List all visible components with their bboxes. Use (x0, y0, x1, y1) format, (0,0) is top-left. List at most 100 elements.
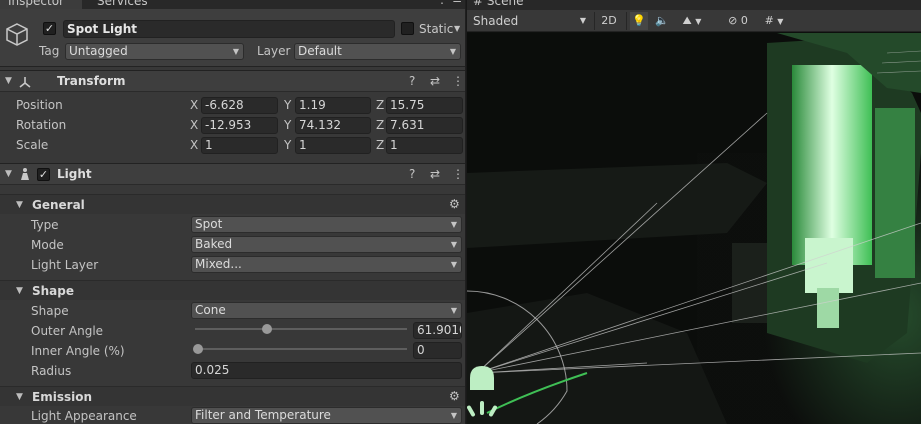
inner-angle-slider[interactable] (195, 348, 407, 350)
fold-arrow-icon[interactable]: ▼ (16, 200, 23, 210)
type-label: Type (31, 218, 59, 232)
outer-angle-slider[interactable] (195, 328, 407, 330)
y-axis-label[interactable]: Y (284, 98, 291, 112)
layer-value: Default (298, 44, 342, 58)
inner-angle-label: Inner Angle (%) (31, 344, 125, 358)
chevron-down-icon: ▼ (450, 411, 457, 420)
transform-header[interactable]: ▼ Transform ? ⇄ ⋮ (0, 70, 465, 92)
type-dropdown[interactable]: Spot ▼ (191, 216, 462, 233)
tab-services[interactable]: Services (97, 0, 148, 9)
active-checkbox[interactable]: ✓ (43, 22, 56, 35)
light-header[interactable]: ▼ ✓ Light ? ⇄ ⋮ (0, 163, 465, 185)
radius-field[interactable]: 0.025 (191, 362, 462, 379)
scene-toolbar: Shaded ▼ 2D 💡 🔈 ⛰ ▼ ⊘ 0 # ▼ (467, 10, 921, 32)
section-settings-icon[interactable]: ⚙ (449, 197, 460, 211)
inner-angle-slider-thumb[interactable] (193, 344, 203, 354)
toolbar-divider (594, 12, 595, 30)
more-options-icon[interactable]: ⋮ (436, 0, 448, 6)
shape-dropdown[interactable]: Cone ▼ (191, 302, 462, 319)
mode-2d-button[interactable]: 2D (598, 12, 620, 30)
fold-arrow-icon[interactable]: ▼ (5, 169, 12, 179)
rotation-y-field[interactable]: 74.132 (295, 117, 371, 134)
general-section-header[interactable]: ▼ General ⚙ (0, 194, 465, 214)
tank-glow-panel (792, 65, 872, 265)
fold-arrow-icon[interactable]: ▼ (16, 286, 23, 296)
tank-side-panel (875, 108, 915, 278)
x-axis-label[interactable]: X (190, 138, 198, 152)
scale-y-field[interactable]: 1 (295, 137, 371, 154)
gameobject-cube-icon (6, 23, 28, 46)
radius-label: Radius (31, 364, 72, 378)
audio-icon[interactable]: 🔈 (653, 12, 671, 30)
z-axis-label[interactable]: Z (376, 118, 384, 132)
chevron-down-icon: ▼ (579, 16, 586, 25)
light-layer-dropdown[interactable]: Mixed... ▼ (191, 256, 462, 273)
z-axis-label[interactable]: Z (376, 98, 384, 112)
hidden-count: 0 (740, 14, 748, 27)
scale-z-field[interactable]: 1 (386, 137, 463, 154)
y-axis-label[interactable]: Y (284, 138, 291, 152)
outer-angle-field[interactable]: 61.9010 (413, 322, 462, 339)
y-axis-label[interactable]: Y (284, 118, 291, 132)
effects-icon[interactable]: ⛰ ▼ (677, 12, 707, 30)
shape-section-header[interactable]: ▼ Shape (0, 280, 465, 300)
tab-inspector[interactable]: Inspector (0, 0, 82, 9)
light-appearance-dropdown[interactable]: Filter and Temperature ▼ (191, 407, 462, 424)
light-layer-label: Light Layer (31, 258, 99, 272)
layer-dropdown[interactable]: Default ▼ (294, 43, 461, 60)
tab-scene[interactable]: # Scene (473, 0, 523, 8)
component-menu-icon[interactable]: ⋮ (452, 167, 464, 181)
shape-value: Cone (195, 303, 226, 317)
window-menu-icon[interactable]: ≡ (452, 0, 462, 6)
scene-tab-label: Scene (486, 0, 524, 8)
scale-x-field[interactable]: 1 (201, 137, 278, 154)
position-y-field[interactable]: 1.19 (295, 97, 371, 114)
position-x-field[interactable]: -6.628 (201, 97, 278, 114)
help-icon[interactable]: ? (409, 74, 415, 88)
z-axis-label[interactable]: Z (376, 138, 384, 152)
shape-title: Shape (32, 284, 75, 298)
tag-label: Tag (39, 44, 60, 58)
scale-label: Scale (16, 138, 49, 152)
help-icon[interactable]: ? (409, 167, 415, 181)
inspector-tab-label: Inspector (8, 0, 64, 8)
presets-icon[interactable]: ⇄ (430, 167, 440, 181)
scene-viewport[interactable] (467, 33, 921, 424)
scene-panel: # Scene Shaded ▼ 2D 💡 🔈 ⛰ ▼ ⊘ 0 # ▼ (467, 0, 921, 424)
scene-tab-bar: # Scene (467, 0, 921, 10)
emission-section-header[interactable]: ▼ Emission ⚙ (0, 386, 465, 406)
light-enabled-checkbox[interactable]: ✓ (37, 168, 50, 181)
grid-icon[interactable]: # ▼ (758, 12, 790, 30)
object-name-input[interactable]: Spot Light (63, 20, 395, 38)
rotation-x-field[interactable]: -12.953 (201, 117, 278, 134)
position-label: Position (16, 98, 63, 112)
mode-dropdown[interactable]: Baked ▼ (191, 236, 462, 253)
outer-angle-slider-thumb[interactable] (261, 324, 272, 334)
visibility-icon[interactable]: ⊘ 0 (723, 12, 753, 30)
rotation-z-field[interactable]: 7.631 (386, 117, 463, 134)
tag-dropdown[interactable]: Untagged ▼ (65, 43, 244, 60)
light-title: Light (57, 167, 92, 181)
type-value: Spot (195, 217, 223, 231)
inner-angle-field[interactable]: 0 (413, 342, 462, 359)
static-checkbox[interactable]: ✓ (401, 22, 414, 35)
fold-arrow-icon[interactable]: ▼ (16, 392, 23, 402)
section-settings-icon[interactable]: ⚙ (449, 389, 460, 403)
transform-title: Transform (57, 74, 126, 88)
draw-mode-dropdown[interactable]: Shaded ▼ (473, 12, 588, 30)
x-axis-label[interactable]: X (190, 118, 198, 132)
light-appearance-value: Filter and Temperature (195, 408, 331, 422)
position-z-field[interactable]: 15.75 (386, 97, 463, 114)
static-dropdown-arrow-icon[interactable]: ▼ (454, 24, 460, 33)
component-menu-icon[interactable]: ⋮ (452, 74, 464, 88)
lightbulb-icon[interactable]: 💡 (630, 12, 648, 30)
services-tab-label: Services (97, 0, 148, 8)
transform-icon (19, 77, 31, 88)
presets-icon[interactable]: ⇄ (430, 74, 440, 88)
chevron-down-icon: ▼ (449, 47, 456, 56)
fold-arrow-icon[interactable]: ▼ (5, 76, 12, 86)
x-axis-label[interactable]: X (190, 98, 198, 112)
tank-lower-glow (805, 238, 853, 293)
outer-angle-label: Outer Angle (31, 324, 104, 338)
draw-mode-value: Shaded (473, 14, 519, 28)
